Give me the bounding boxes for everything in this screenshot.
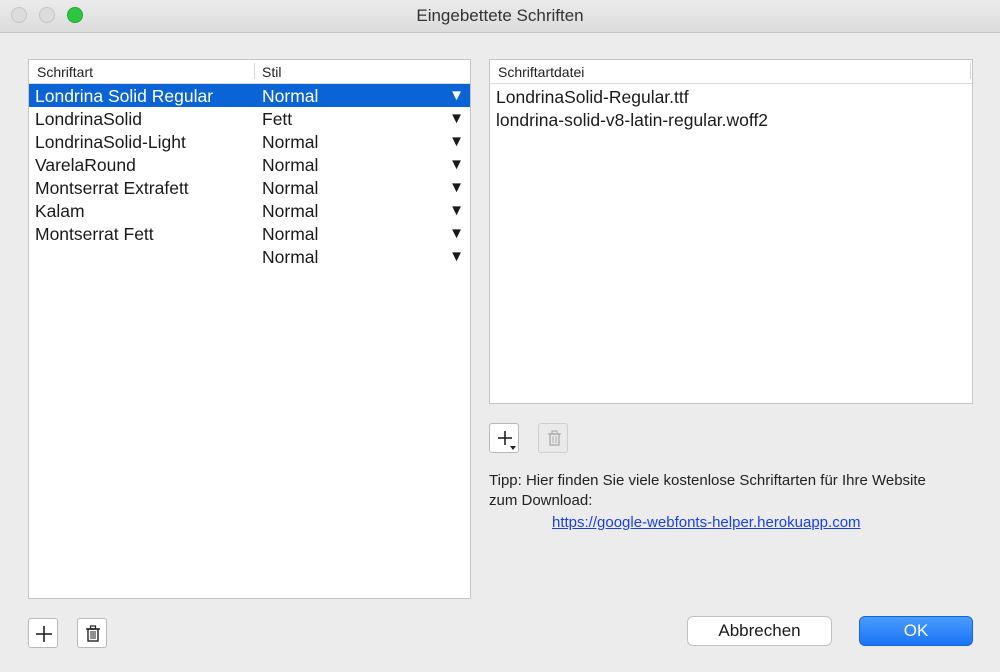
font-style-select[interactable]: Fett xyxy=(262,109,292,130)
column-header-font[interactable]: Schriftart xyxy=(37,64,93,80)
dropdown-arrow-icon[interactable]: ▼ xyxy=(449,133,464,150)
font-row[interactable]: LondrinaSolid Fett ▼ xyxy=(29,107,470,130)
font-row[interactable]: Normal ▼ xyxy=(29,245,470,268)
plus-dropdown-icon xyxy=(498,431,516,450)
delete-font-file-button[interactable] xyxy=(538,423,568,453)
font-style-select[interactable]: Normal xyxy=(262,201,318,222)
title-bar: Eingebettete Schriften xyxy=(0,0,1000,33)
font-name: Montserrat Extrafett xyxy=(35,178,189,198)
fonts-table: Schriftart Stil Londrina Solid Regular N… xyxy=(28,59,471,599)
font-style-select[interactable]: Normal xyxy=(262,155,318,176)
font-name: Kalam xyxy=(35,201,85,221)
font-style-select[interactable]: Normal xyxy=(262,178,318,199)
font-file-item[interactable]: LondrinaSolid-Regular.ttf xyxy=(496,87,689,108)
font-style-select[interactable]: Normal xyxy=(262,86,318,107)
font-row[interactable]: VarelaRound Normal ▼ xyxy=(29,153,470,176)
font-style-select[interactable]: Normal xyxy=(262,224,318,245)
font-style-select[interactable]: Normal xyxy=(262,132,318,153)
dropdown-arrow-icon[interactable]: ▼ xyxy=(449,225,464,242)
font-row[interactable]: Kalam Normal ▼ xyxy=(29,199,470,222)
font-row[interactable]: LondrinaSolid-Light Normal ▼ xyxy=(29,130,470,153)
ok-button[interactable]: OK xyxy=(859,616,973,646)
dropdown-arrow-icon[interactable]: ▼ xyxy=(449,179,464,196)
font-name: LondrinaSolid xyxy=(35,109,143,129)
fonts-table-header: Schriftart Stil xyxy=(29,60,470,84)
column-divider[interactable] xyxy=(254,63,255,79)
dropdown-arrow-icon[interactable]: ▼ xyxy=(449,110,464,127)
column-header-style[interactable]: Stil xyxy=(262,64,281,80)
font-row[interactable]: Montserrat Extrafett Normal ▼ xyxy=(29,176,470,199)
trash-icon xyxy=(86,625,100,642)
dropdown-arrow-icon[interactable]: ▼ xyxy=(449,156,464,173)
trash-icon xyxy=(548,430,561,446)
column-header-file[interactable]: Schriftartdatei xyxy=(498,64,584,80)
add-font-file-button[interactable] xyxy=(489,423,519,453)
font-name: LondrinaSolid-Light xyxy=(35,132,186,152)
font-row[interactable]: Montserrat Fett Normal ▼ xyxy=(29,222,470,245)
dropdown-arrow-icon[interactable]: ▼ xyxy=(449,87,464,104)
dropdown-arrow-icon[interactable]: ▼ xyxy=(449,202,464,219)
webfonts-helper-link[interactable]: https://google-webfonts-helper.herokuapp… xyxy=(552,514,861,531)
window-title: Eingebettete Schriften xyxy=(416,6,584,25)
column-divider[interactable] xyxy=(970,63,971,79)
font-name: Londrina Solid Regular xyxy=(35,86,214,106)
font-files-header: Schriftartdatei xyxy=(490,60,972,84)
font-files-table: Schriftartdatei LondrinaSolid-Regular.tt… xyxy=(489,59,973,404)
delete-font-button[interactable] xyxy=(77,618,107,648)
plus-icon xyxy=(36,626,52,642)
font-style-select[interactable]: Normal xyxy=(262,247,318,268)
font-file-item[interactable]: londrina-solid-v8-latin-regular.woff2 xyxy=(496,110,768,131)
dropdown-arrow-icon[interactable]: ▼ xyxy=(449,248,464,265)
tip-text: Tipp: Hier finden Sie viele kostenlose S… xyxy=(489,472,926,509)
cancel-button[interactable]: Abbrechen xyxy=(687,616,832,646)
font-name: Montserrat Fett xyxy=(35,224,154,244)
font-row[interactable]: Londrina Solid Regular Normal ▼ xyxy=(29,84,470,107)
add-font-button[interactable] xyxy=(28,618,58,648)
font-name: VarelaRound xyxy=(35,155,136,175)
